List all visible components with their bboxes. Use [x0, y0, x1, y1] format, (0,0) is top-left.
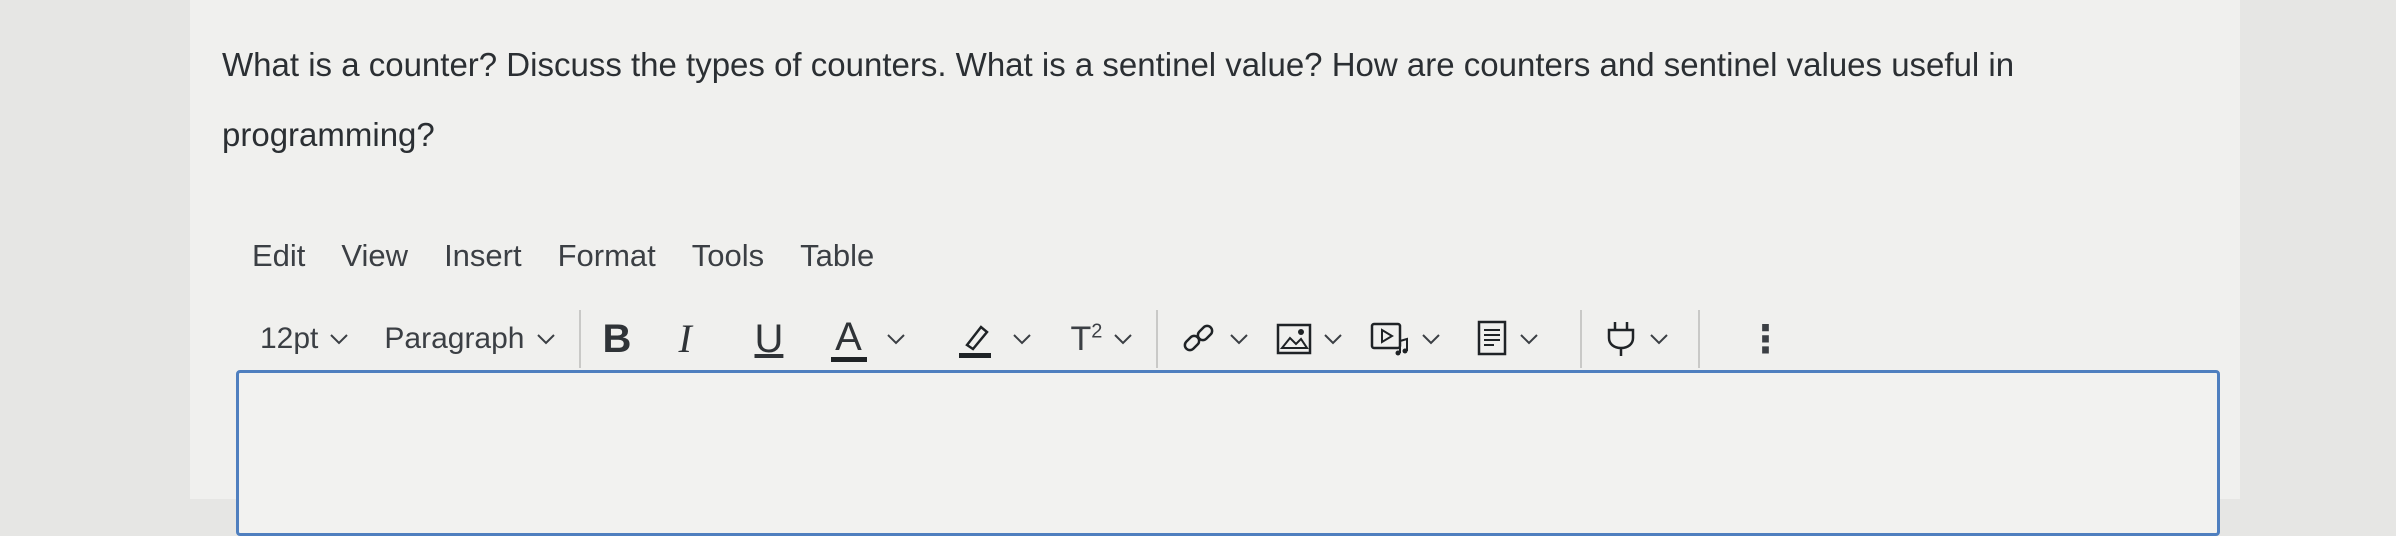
chevron-down-icon [1011, 328, 1033, 350]
toolbar-divider [1580, 310, 1583, 368]
chevron-down-icon [1518, 328, 1540, 350]
chevron-down-icon [1648, 328, 1670, 350]
menu-edit[interactable]: Edit [252, 228, 305, 284]
chevron-down-icon [1112, 328, 1134, 350]
underline-button[interactable]: U [755, 316, 809, 362]
plugin-button[interactable] [1604, 320, 1670, 358]
toolbar-divider [1156, 310, 1159, 368]
rich-text-editor-area[interactable] [236, 370, 2220, 536]
chevron-down-icon [885, 328, 907, 350]
superscript-exponent: 2 [1091, 320, 1103, 343]
text-color-icon: A [830, 317, 867, 362]
font-size-value: 12pt [260, 322, 319, 355]
link-icon [1180, 320, 1218, 358]
menu-format[interactable]: Format [558, 228, 656, 284]
more-options-button[interactable]: ⋮ [1746, 317, 1784, 362]
chevron-down-icon [1420, 328, 1442, 350]
link-button[interactable] [1180, 320, 1250, 358]
image-button[interactable] [1276, 322, 1344, 356]
menu-view[interactable]: View [341, 228, 408, 284]
block-format-dropdown[interactable]: Paragraph [384, 322, 556, 356]
document-icon [1476, 320, 1508, 358]
chevron-down-icon [535, 328, 557, 350]
menu-table[interactable]: Table [800, 228, 874, 284]
media-button[interactable] [1370, 321, 1442, 357]
editor-toolbar: 12pt Paragraph B I U A T2 ⋮ [260, 306, 1784, 372]
chevron-down-icon [328, 328, 350, 350]
text-color-button[interactable]: A [830, 317, 907, 362]
highlighter-icon [957, 319, 993, 359]
bold-button[interactable]: B [603, 316, 657, 362]
superscript-letter: T [1070, 319, 1092, 358]
image-icon [1276, 322, 1312, 356]
highlight-color-button[interactable] [957, 319, 1033, 359]
chevron-down-icon [1228, 328, 1250, 350]
editor-menubar: Edit View Insert Format Tools Table [252, 228, 910, 284]
toolbar-divider [578, 310, 581, 368]
plug-icon [1604, 320, 1638, 358]
superscript-button[interactable]: T2 [1071, 320, 1135, 359]
question-text: What is a counter? Discuss the types of … [222, 46, 2015, 153]
menu-insert[interactable]: Insert [444, 228, 522, 284]
block-format-value: Paragraph [384, 322, 525, 355]
superscript-icon: T2 [1071, 320, 1103, 359]
font-size-dropdown[interactable]: 12pt [260, 322, 350, 356]
chevron-down-icon [1322, 328, 1344, 350]
menu-tools[interactable]: Tools [692, 228, 764, 284]
media-icon [1370, 321, 1410, 357]
italic-button[interactable]: I [679, 316, 733, 362]
document-button[interactable] [1476, 320, 1540, 358]
toolbar-divider [1698, 310, 1701, 368]
